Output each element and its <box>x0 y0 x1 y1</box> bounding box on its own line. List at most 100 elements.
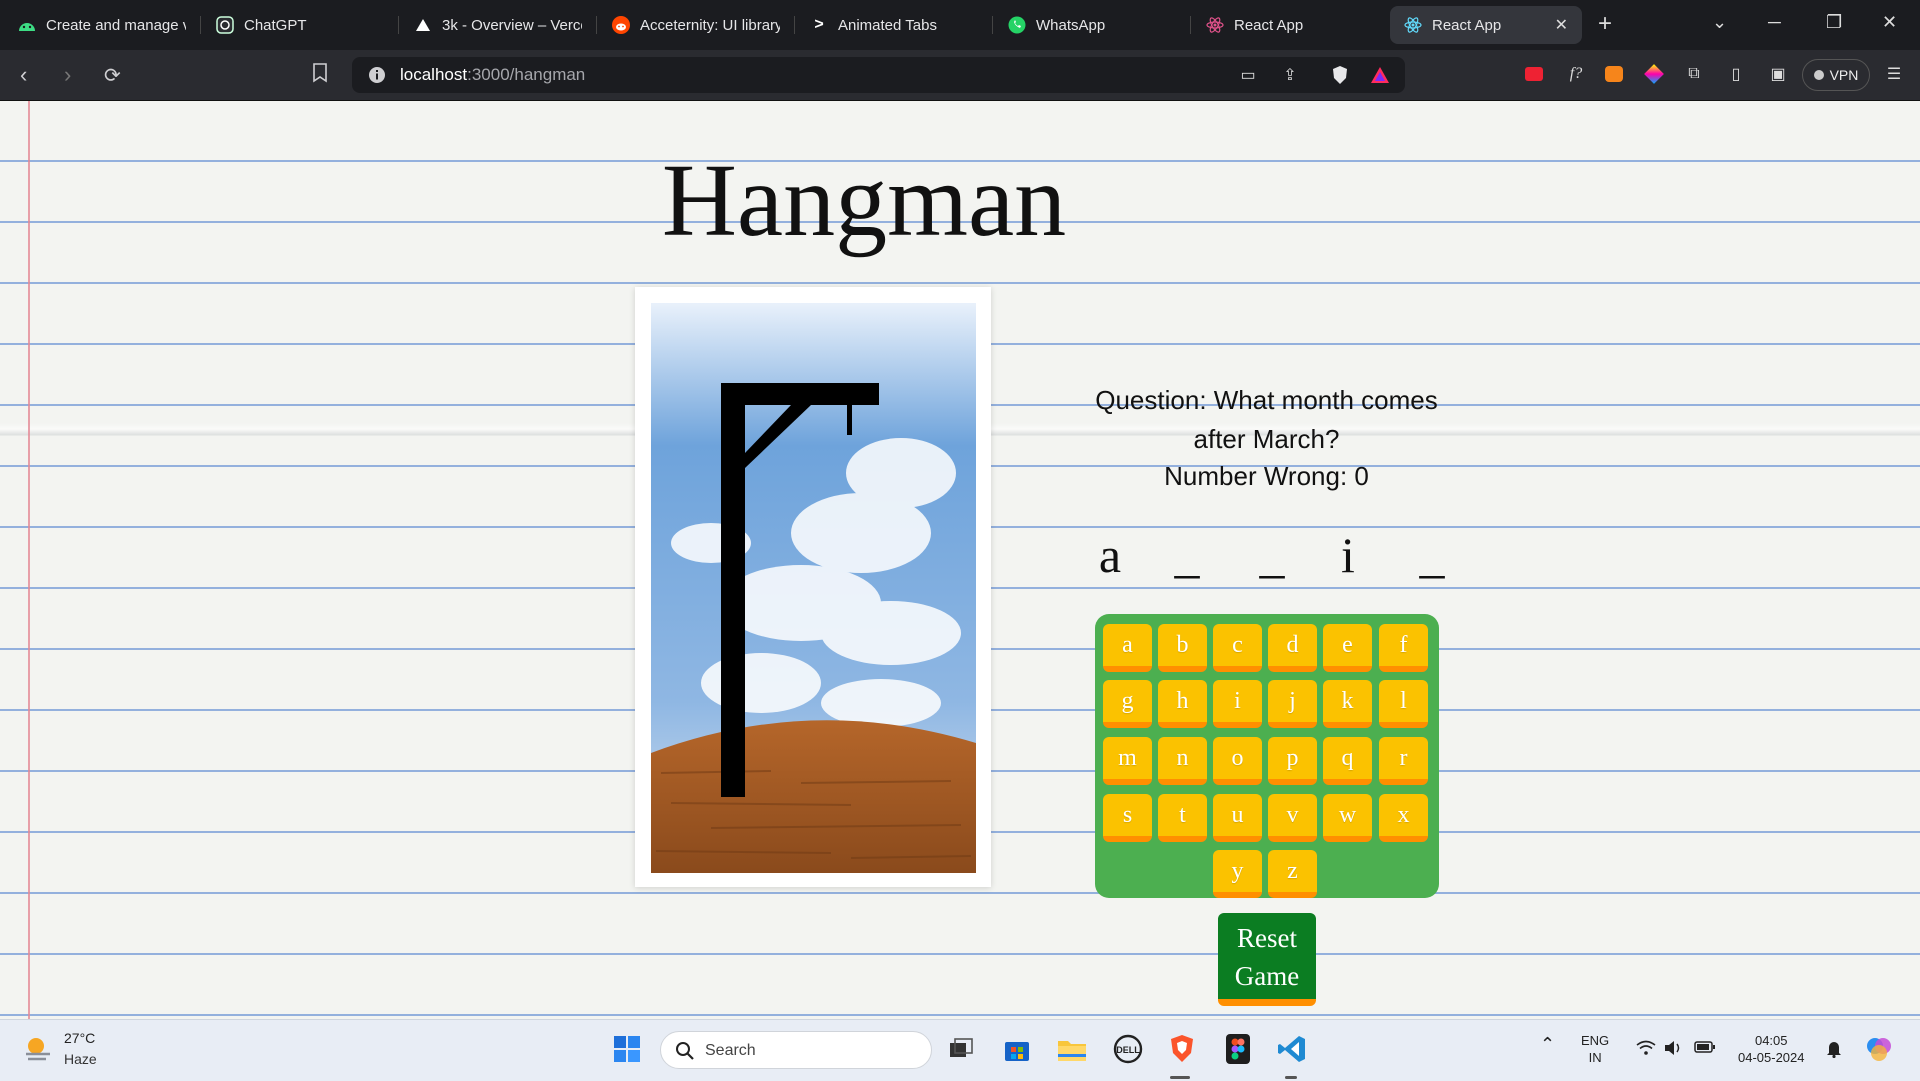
reset-label-line2: Game <box>1234 961 1300 991</box>
file-explorer-icon[interactable] <box>1056 1033 1088 1065</box>
sidebar-icon[interactable]: ▯ <box>1724 62 1748 86</box>
brave-shield-icon[interactable] <box>1328 63 1352 87</box>
letter-button-w[interactable]: w <box>1323 794 1372 842</box>
clock[interactable]: 04:05 04-05-2024 <box>1738 1032 1805 1066</box>
show-hidden-icons-chevron[interactable]: ⌃ <box>1540 1035 1555 1053</box>
browser-tab[interactable]: Acceternity: UI library <box>598 6 794 44</box>
volume-icon[interactable] <box>1664 1040 1684 1060</box>
close-tab-icon[interactable]: ✕ <box>1555 15 1568 35</box>
address-bar[interactable]: localhost:3000/hangman ▭ ⇪ <box>352 57 1405 93</box>
letter-button-o[interactable]: o <box>1213 737 1262 785</box>
letter-button-r[interactable]: r <box>1379 737 1428 785</box>
forward-icon[interactable]: › <box>64 62 71 88</box>
letter-button-g[interactable]: g <box>1103 680 1152 728</box>
letter-button-m[interactable]: m <box>1103 737 1152 785</box>
letter-button-v[interactable]: v <box>1268 794 1317 842</box>
url-text: localhost:3000/hangman <box>400 65 586 84</box>
reload-icon[interactable]: ⟳ <box>104 63 121 88</box>
metamask-icon[interactable] <box>1602 62 1626 86</box>
wallet-icon[interactable]: ▣ <box>1766 62 1790 86</box>
word-display: a _ _ i _ <box>1085 525 1465 585</box>
letter-button-j[interactable]: j <box>1268 680 1317 728</box>
dell-icon[interactable]: DELL <box>1112 1033 1144 1065</box>
weather-icon[interactable] <box>22 1034 54 1069</box>
letter-button-n[interactable]: n <box>1158 737 1207 785</box>
share-icon[interactable]: ⇪ <box>1278 63 1302 87</box>
browser-tab[interactable]: 3k - Overview – Verce <box>400 6 596 44</box>
tab-title: WhatsApp <box>1036 16 1106 34</box>
letter-button-b[interactable]: b <box>1158 624 1207 672</box>
letter-button-p[interactable]: p <box>1268 737 1317 785</box>
extensions-puzzle-icon[interactable]: ⧉ <box>1682 62 1706 86</box>
letter-button-i[interactable]: i <box>1213 680 1262 728</box>
close-window-icon[interactable]: ✕ <box>1882 12 1897 33</box>
browser-tab[interactable]: Create and manage v <box>4 6 200 44</box>
page-title: Hangman <box>661 143 1067 258</box>
figma-icon[interactable] <box>1222 1033 1254 1065</box>
bookmark-icon[interactable] <box>312 63 328 89</box>
letter-button-f[interactable]: f <box>1379 624 1428 672</box>
back-icon[interactable]: ‹ <box>20 62 27 88</box>
letter-slot: _ <box>1259 527 1285 583</box>
windows-start-icon[interactable] <box>611 1033 643 1065</box>
tab-title: 3k - Overview – Verce <box>442 16 582 34</box>
letter-button-k[interactable]: k <box>1323 680 1372 728</box>
letter-keyboard: a b c d e f g h i j k l m n o p q r s t … <box>1095 614 1439 898</box>
letter-button-d[interactable]: d <box>1268 624 1317 672</box>
letter-button-a[interactable]: a <box>1103 624 1152 672</box>
letter-button-x[interactable]: x <box>1379 794 1428 842</box>
whatsapp-icon <box>1008 16 1026 34</box>
svg-text:DELL: DELL <box>1116 1045 1140 1055</box>
browser-tab[interactable]: React App <box>1192 6 1388 44</box>
font-extension-icon[interactable]: f? <box>1564 62 1588 86</box>
browser-tab-active[interactable]: React App ✕ <box>1390 6 1582 44</box>
browser-tab[interactable]: ChatGPT <box>202 6 398 44</box>
reset-game-button[interactable]: Reset Game <box>1218 913 1316 1006</box>
vercel-icon <box>414 16 432 34</box>
site-info-icon[interactable] <box>368 66 386 89</box>
notification-bell-icon[interactable] <box>1826 1040 1842 1062</box>
extension-red-icon[interactable] <box>1522 62 1546 86</box>
letter-button-s[interactable]: s <box>1103 794 1152 842</box>
tab-title: Animated Tabs <box>838 16 937 34</box>
letter-slot: a <box>1098 527 1122 583</box>
letter-button-h[interactable]: h <box>1158 680 1207 728</box>
brave-rewards-icon[interactable] <box>1368 63 1392 87</box>
brave-browser-icon[interactable] <box>1166 1033 1198 1065</box>
taskbar-search[interactable]: Search <box>660 1031 932 1069</box>
task-view-icon[interactable] <box>945 1033 977 1065</box>
tab-title: Create and manage v <box>46 16 186 34</box>
windows-taskbar: 27°C Haze Search DELL ⌃ ENG IN 04:05 04-… <box>0 1019 1920 1081</box>
browser-tab[interactable]: WhatsApp <box>994 6 1190 44</box>
vpn-button[interactable]: VPN <box>1802 59 1870 91</box>
browser-toolbar: ‹ › ⟳ localhost:3000/hangman ▭ ⇪ f? ⧉ ▯ … <box>0 50 1920 101</box>
search-icon <box>675 1041 695 1066</box>
vscode-icon[interactable] <box>1276 1033 1308 1065</box>
battery-icon[interactable] <box>1694 1040 1716 1058</box>
microsoft-store-icon[interactable] <box>1001 1033 1033 1065</box>
letter-button-l[interactable]: l <box>1379 680 1428 728</box>
menu-icon[interactable]: ☰ <box>1882 62 1906 86</box>
weather-condition: Haze <box>64 1051 97 1067</box>
wifi-icon[interactable] <box>1636 1040 1656 1060</box>
minimize-icon[interactable]: ─ <box>1768 12 1781 33</box>
letter-button-q[interactable]: q <box>1323 737 1372 785</box>
letter-button-e[interactable]: e <box>1323 624 1372 672</box>
tab-list-chevron-icon[interactable]: ⌄ <box>1712 12 1727 33</box>
restore-icon[interactable]: ❐ <box>1826 12 1842 33</box>
tab-title: Acceternity: UI library <box>640 16 780 34</box>
letter-button-c[interactable]: c <box>1213 624 1262 672</box>
letter-button-y[interactable]: y <box>1213 850 1262 898</box>
copilot-icon[interactable] <box>1864 1034 1894 1068</box>
letter-button-u[interactable]: u <box>1213 794 1262 842</box>
letter-slot: _ <box>1419 527 1445 583</box>
cast-icon[interactable]: ▭ <box>1236 63 1260 87</box>
new-tab-button[interactable]: + <box>1598 10 1612 38</box>
color-picker-icon[interactable] <box>1642 62 1666 86</box>
react-icon <box>1206 16 1224 34</box>
letter-button-z[interactable]: z <box>1268 850 1317 898</box>
letter-button-t[interactable]: t <box>1158 794 1207 842</box>
tab-title: React App <box>1234 16 1304 34</box>
browser-tab[interactable]: > Animated Tabs <box>796 6 992 44</box>
language-indicator[interactable]: ENG IN <box>1581 1032 1609 1066</box>
